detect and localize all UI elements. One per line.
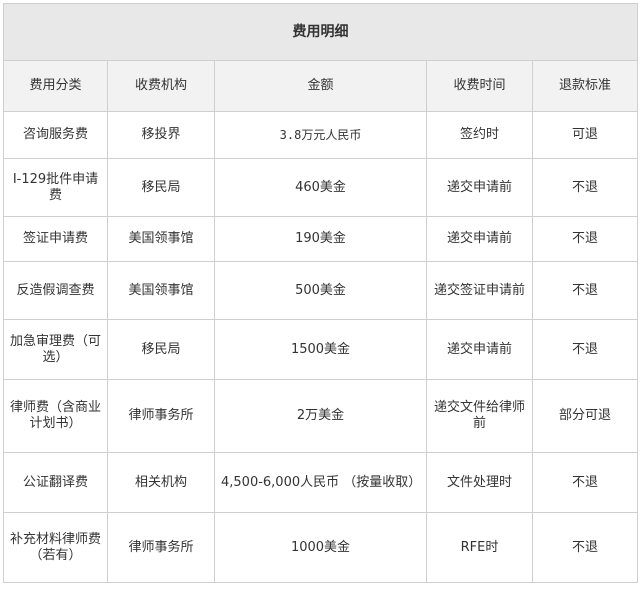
cell-time: 递交申请前 bbox=[426, 216, 533, 262]
header-row: 费用分类 收费机构 金额 收费时间 退款标准 bbox=[3, 60, 639, 112]
table-row: I-129批件申请费 移民局 460美金 递交申请前 不退 bbox=[3, 158, 639, 217]
cell-amount: 460美金 bbox=[214, 158, 427, 217]
cell-refund: 不退 bbox=[531, 452, 639, 513]
cell-category: 加急审理费（可选） bbox=[3, 319, 108, 380]
table-row: 加急审理费（可选） 移民局 1500美金 递交申请前 不退 bbox=[3, 319, 639, 380]
cell-agency: 移投界 bbox=[107, 111, 215, 159]
cell-refund: 不退 bbox=[531, 216, 639, 262]
cell-amount: 500美金 bbox=[214, 261, 427, 320]
header-time: 收费时间 bbox=[426, 60, 533, 112]
cell-agency: 相关机构 bbox=[107, 452, 215, 513]
header-amount: 金额 bbox=[214, 60, 427, 112]
cell-time: 递交文件给律师前 bbox=[426, 379, 533, 453]
cell-category: 律师费（含商业计划书） bbox=[3, 379, 108, 453]
table-row: 签证申请费 美国领事馆 190美金 递交申请前 不退 bbox=[3, 216, 639, 262]
cell-refund: 部分可退 bbox=[531, 379, 639, 453]
header-category: 费用分类 bbox=[3, 60, 108, 112]
cell-refund: 不退 bbox=[531, 319, 639, 380]
cell-amount: 3.8万元人民币 bbox=[214, 111, 427, 159]
cell-time: 递交签证申请前 bbox=[426, 261, 533, 320]
cell-time: 签约时 bbox=[426, 111, 533, 159]
cell-agency: 移民局 bbox=[107, 158, 215, 217]
header-agency: 收费机构 bbox=[107, 60, 215, 112]
fee-table-container: 费用明细 费用分类 收费机构 金额 收费时间 退款标准 咨询服务费 移投界 3.… bbox=[2, 3, 639, 583]
cell-amount: 2万美金 bbox=[214, 379, 427, 453]
cell-refund: 可退 bbox=[531, 111, 639, 159]
cell-amount: 4,500-6,000人民币 （按量收取） bbox=[214, 452, 427, 513]
table-title: 费用明细 bbox=[2, 3, 639, 61]
cell-agency: 美国领事馆 bbox=[107, 216, 215, 262]
cell-category: 签证申请费 bbox=[3, 216, 108, 262]
cell-refund: 不退 bbox=[531, 512, 639, 583]
cell-category: 反造假调查费 bbox=[3, 261, 108, 320]
cell-time: 文件处理时 bbox=[426, 452, 533, 513]
cell-amount: 190美金 bbox=[214, 216, 427, 262]
cell-agency: 律师事务所 bbox=[107, 379, 215, 453]
cell-category: 补充材料律师费（若有） bbox=[3, 512, 108, 583]
cell-category: 咨询服务费 bbox=[3, 111, 108, 159]
cell-category: 公证翻译费 bbox=[3, 452, 108, 513]
cell-agency: 移民局 bbox=[107, 319, 215, 380]
cell-category: I-129批件申请费 bbox=[3, 158, 108, 217]
cell-time: 递交申请前 bbox=[426, 319, 533, 380]
cell-amount: 1000美金 bbox=[214, 512, 427, 583]
cell-time: 递交申请前 bbox=[426, 158, 533, 217]
table-row: 律师费（含商业计划书） 律师事务所 2万美金 递交文件给律师前 部分可退 bbox=[3, 379, 639, 453]
table-row: 补充材料律师费（若有） 律师事务所 1000美金 RFE时 不退 bbox=[3, 512, 639, 583]
cell-refund: 不退 bbox=[531, 261, 639, 320]
cell-agency: 律师事务所 bbox=[107, 512, 215, 583]
header-refund: 退款标准 bbox=[531, 60, 639, 112]
cell-time: RFE时 bbox=[426, 512, 533, 583]
fee-table: 费用明细 费用分类 收费机构 金额 收费时间 退款标准 咨询服务费 移投界 3.… bbox=[2, 3, 639, 583]
table-row: 咨询服务费 移投界 3.8万元人民币 签约时 可退 bbox=[3, 111, 639, 159]
cell-refund: 不退 bbox=[531, 158, 639, 217]
cell-amount: 1500美金 bbox=[214, 319, 427, 380]
cell-agency: 美国领事馆 bbox=[107, 261, 215, 320]
table-row: 反造假调查费 美国领事馆 500美金 递交签证申请前 不退 bbox=[3, 261, 639, 320]
table-row: 公证翻译费 相关机构 4,500-6,000人民币 （按量收取） 文件处理时 不… bbox=[3, 452, 639, 513]
